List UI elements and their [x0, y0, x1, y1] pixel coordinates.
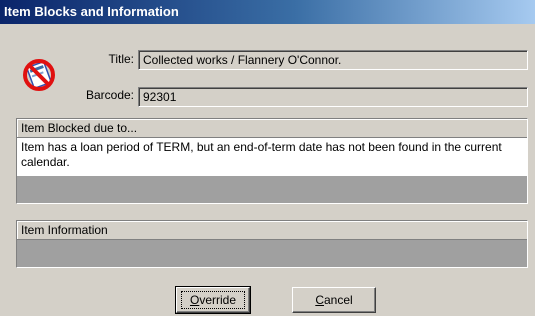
- blocked-reason-header: Item Blocked due to...: [17, 119, 527, 138]
- cancel-button[interactable]: Cancel: [292, 287, 376, 313]
- title-field[interactable]: Collected works / Flannery O'Connor.: [138, 50, 528, 70]
- dialog-window: Item Blocks and Information Title: Colle…: [0, 0, 535, 316]
- window-title: Item Blocks and Information: [4, 4, 179, 19]
- override-button-label: Override: [180, 291, 246, 309]
- override-button[interactable]: Override: [175, 286, 251, 314]
- cancel-button-label: Cancel: [315, 293, 353, 307]
- barcode-field[interactable]: 92301: [138, 87, 528, 107]
- item-information-header: Item Information: [17, 221, 527, 240]
- title-bar[interactable]: Item Blocks and Information: [0, 0, 535, 24]
- blocked-reason-message: Item has a loan period of TERM, but an e…: [17, 138, 527, 176]
- blocked-reason-panel: Item Blocked due to... Item has a loan p…: [16, 118, 528, 204]
- title-label: Title:: [108, 52, 134, 66]
- barcode-label: Barcode:: [85, 88, 134, 102]
- item-information-panel: Item Information: [16, 220, 528, 268]
